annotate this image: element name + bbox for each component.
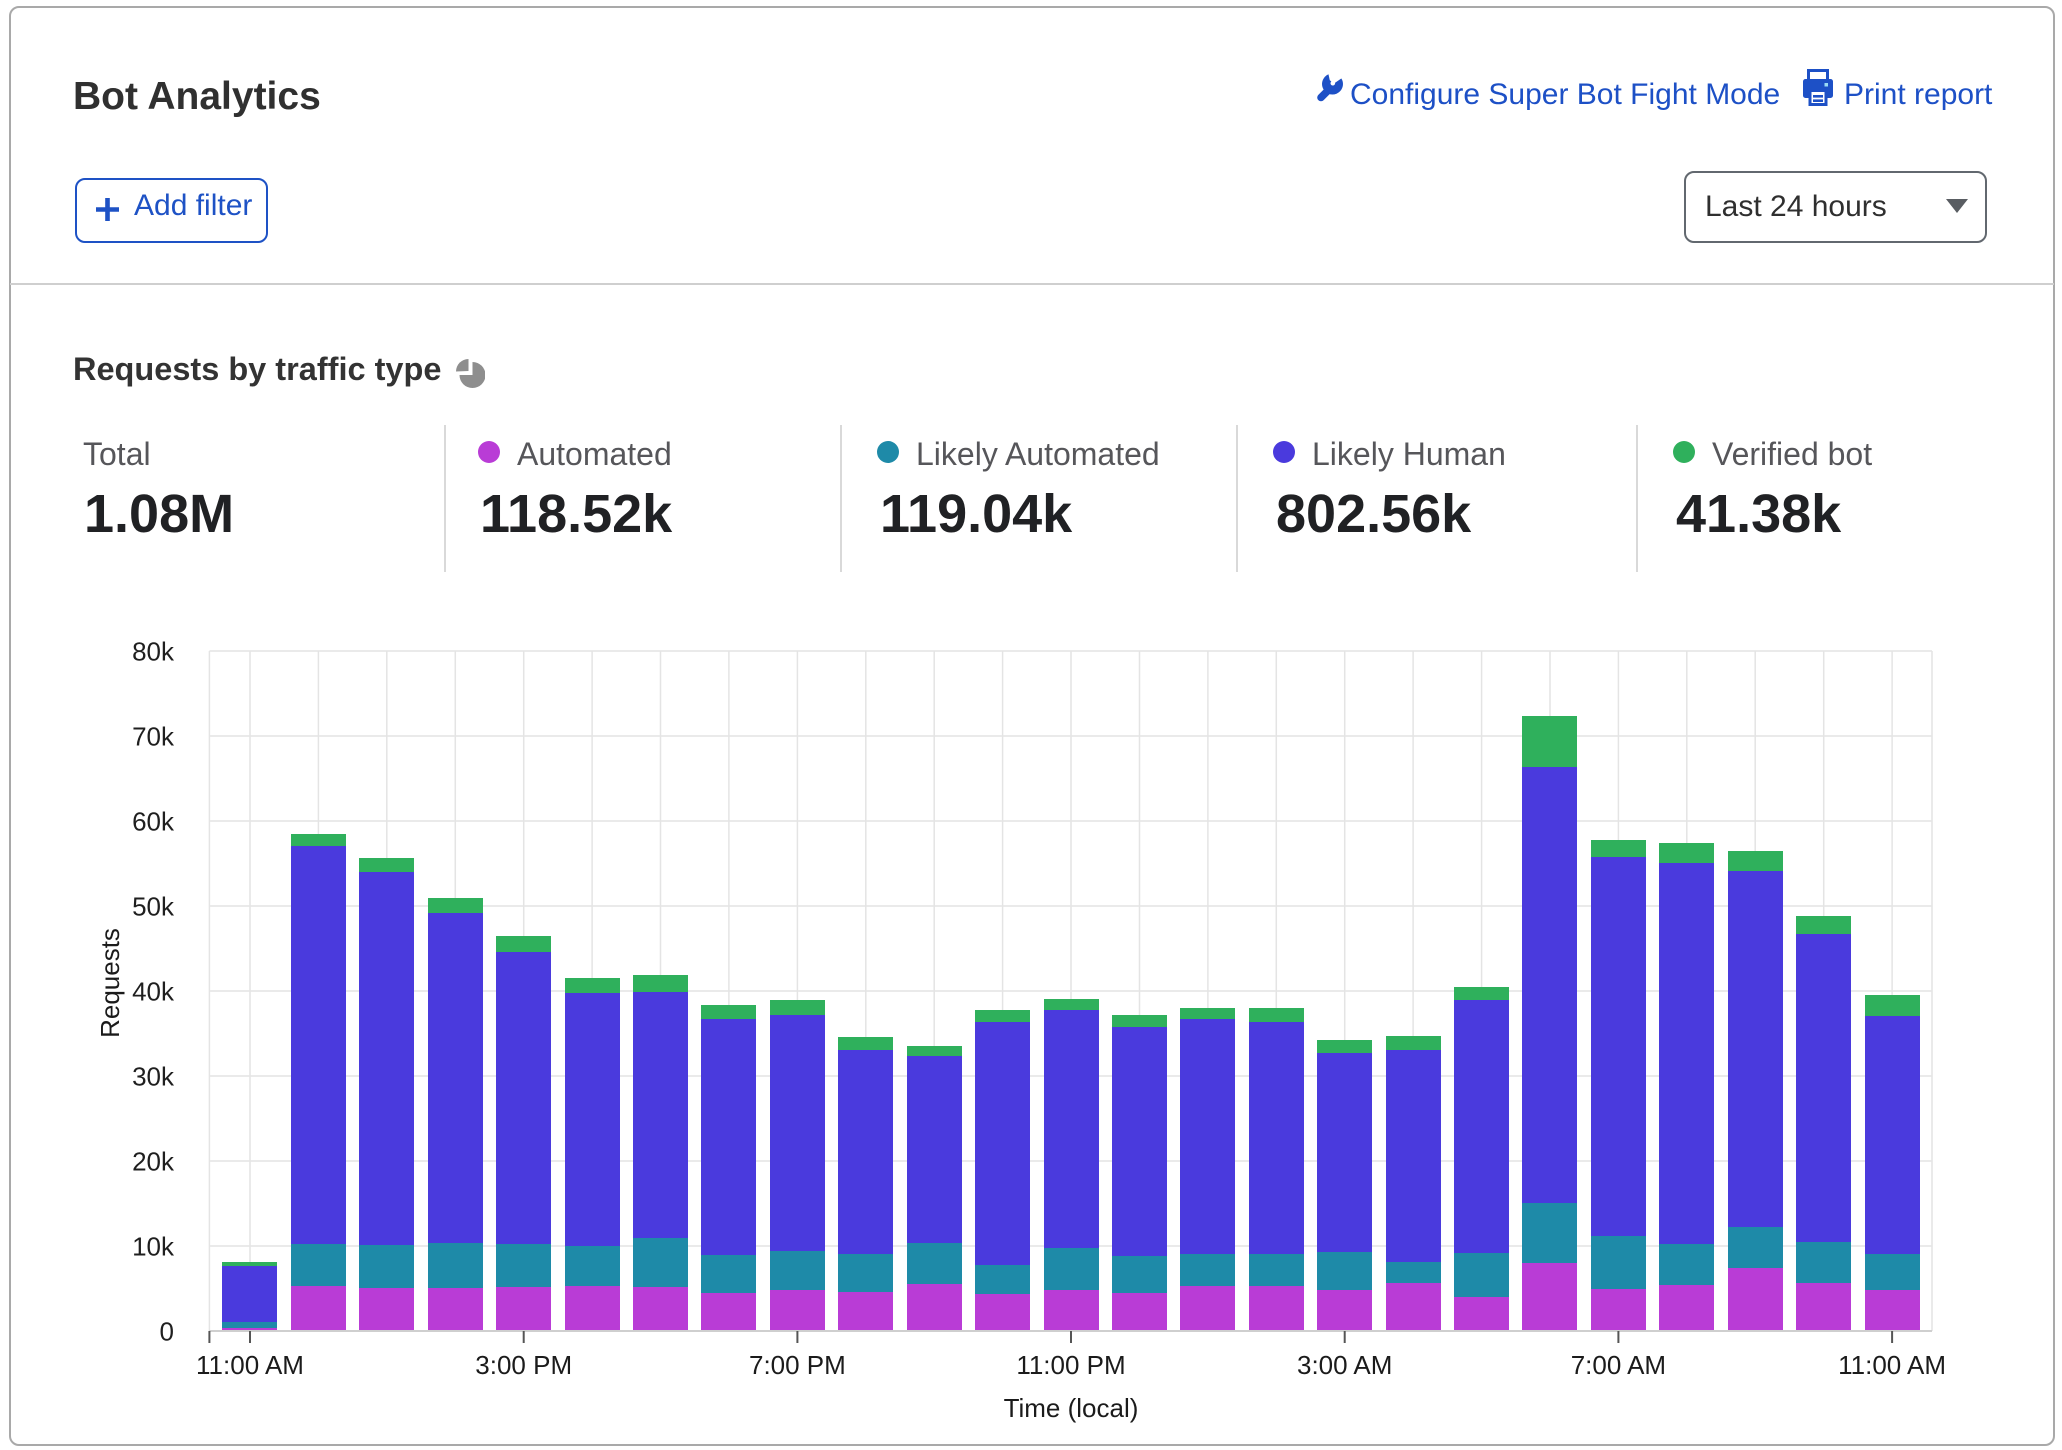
svg-text:11:00 AM: 11:00 AM	[196, 1350, 304, 1380]
svg-text:50k: 50k	[132, 891, 175, 921]
svg-text:80k: 80k	[132, 636, 175, 666]
svg-text:3:00 AM: 3:00 AM	[1297, 1350, 1392, 1380]
svg-text:20k: 20k	[132, 1146, 175, 1176]
svg-text:30k: 30k	[132, 1061, 175, 1091]
svg-text:7:00 PM: 7:00 PM	[749, 1350, 846, 1380]
svg-text:0: 0	[160, 1316, 174, 1346]
svg-text:70k: 70k	[132, 721, 175, 751]
svg-text:3:00 PM: 3:00 PM	[475, 1350, 572, 1380]
svg-text:10k: 10k	[132, 1231, 175, 1261]
svg-text:Time (local): Time (local)	[1004, 1393, 1139, 1423]
svg-text:11:00 AM: 11:00 AM	[1838, 1350, 1946, 1380]
svg-text:11:00 PM: 11:00 PM	[1016, 1350, 1125, 1380]
svg-text:7:00 AM: 7:00 AM	[1571, 1350, 1666, 1380]
svg-text:60k: 60k	[132, 806, 175, 836]
svg-text:40k: 40k	[132, 976, 175, 1006]
svg-text:Requests: Requests	[95, 928, 125, 1038]
